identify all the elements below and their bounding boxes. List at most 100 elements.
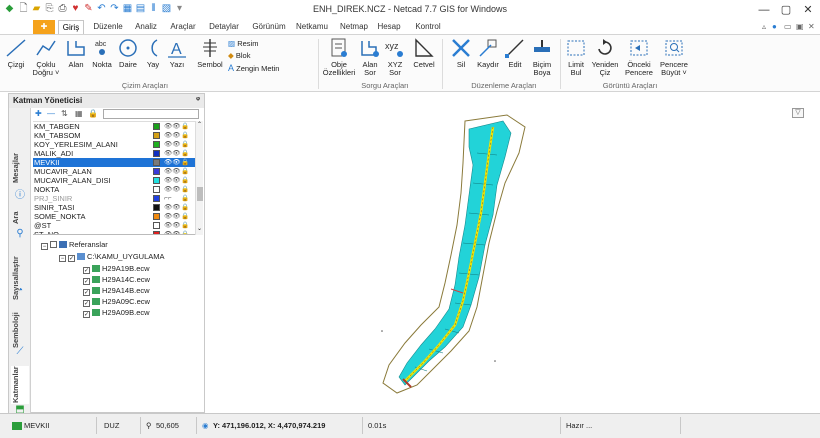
visibility-icon[interactable]: 👁👁 xyxy=(164,212,181,221)
visibility-icon[interactable]: 👁👁 xyxy=(164,149,181,158)
zoom-window-button[interactable]: Pencere Büyüt ˅ xyxy=(656,37,692,77)
lock-icon[interactable]: 🔒 xyxy=(181,158,189,167)
visibility-icon[interactable]: 👁👁 xyxy=(164,140,181,149)
tree-root[interactable]: − Referanslar xyxy=(41,239,108,250)
visibility-icon[interactable]: 👁👁 xyxy=(164,131,181,140)
lock-icon[interactable]: 🔒 xyxy=(181,131,189,140)
symbology-icon[interactable]: ⟋ xyxy=(14,346,26,358)
lock-layers-icon[interactable]: 🔒 xyxy=(88,109,98,118)
file-checkbox[interactable]: ✓ xyxy=(83,311,90,318)
layer-row[interactable]: PRJ_SINIR ⌐⌐ 🔒 xyxy=(33,194,203,203)
root-checkbox[interactable] xyxy=(50,241,57,248)
limit-find-button[interactable]: Limit Bul xyxy=(563,37,589,77)
add-layer-icon[interactable]: ✚ xyxy=(35,109,42,118)
tab-giris[interactable]: Giriş xyxy=(58,20,84,34)
point-button[interactable]: abc Nokta xyxy=(88,37,116,69)
child-close-icon[interactable]: ✕ xyxy=(808,22,815,31)
layer-color-swatch[interactable] xyxy=(153,195,160,202)
layer-color-swatch[interactable] xyxy=(153,186,160,193)
expand-toggle-icon[interactable]: − xyxy=(41,243,48,250)
tab-detaylar[interactable]: Detaylar xyxy=(204,20,244,34)
maximize-button[interactable]: ▢ xyxy=(778,2,794,18)
layer-color-swatch[interactable] xyxy=(153,159,160,166)
area-query-button[interactable]: Alan Sor xyxy=(357,37,383,77)
layer-color-swatch[interactable] xyxy=(153,132,160,139)
layer-search-input[interactable] xyxy=(103,109,199,119)
layer-row[interactable]: SOME_NOKTA 👁👁 🔒 xyxy=(33,212,203,221)
layer-color-swatch[interactable] xyxy=(153,123,160,130)
delete-button[interactable]: Sil xyxy=(448,37,474,69)
file-checkbox[interactable]: ✓ xyxy=(83,289,90,296)
layer-grid-icon[interactable]: ▦ xyxy=(75,109,83,118)
status-layer[interactable]: MEVKII xyxy=(24,421,49,430)
tree-file-item[interactable]: ✓ H29A09C.ecw xyxy=(83,296,150,307)
lock-icon[interactable]: 🔒 xyxy=(181,212,189,221)
expand-toggle-icon[interactable]: − xyxy=(59,255,66,262)
lock-icon[interactable]: 🔒 xyxy=(181,122,189,131)
visibility-icon[interactable]: 👁👁 xyxy=(164,176,181,185)
visibility-icon[interactable]: 👁👁 xyxy=(164,221,181,230)
layer-row[interactable]: @ST 👁👁 🔒 xyxy=(33,221,203,230)
tree-file-item[interactable]: ✓ H29A14C.ecw xyxy=(83,274,150,285)
file-checkbox[interactable]: ✓ xyxy=(83,267,90,274)
layer-row[interactable]: SINIR_TASI 👁👁 🔒 xyxy=(33,203,203,212)
lock-icon[interactable]: 🔒 xyxy=(181,230,189,234)
layer-color-swatch[interactable] xyxy=(153,231,160,234)
layer-row[interactable]: KM_TABGEN 👁👁 🔒 xyxy=(33,122,203,131)
rich-text-button[interactable]: A Zengin Metin xyxy=(228,63,279,73)
line-button[interactable]: Çizgi xyxy=(2,37,30,69)
digitize-icon[interactable]: ◔ xyxy=(14,285,26,297)
layer-row[interactable]: KOY_YERLESIM_ALANI 👁👁 🔒 xyxy=(33,140,203,149)
file-checkbox[interactable]: ✓ xyxy=(83,278,90,285)
visibility-icon[interactable]: 👁👁 xyxy=(164,122,181,131)
layer-row[interactable]: ST_NO 👁👁 🔒 xyxy=(33,230,203,234)
lock-icon[interactable]: 🔒 xyxy=(181,185,189,194)
visibility-icon[interactable]: 👁👁 xyxy=(164,185,181,194)
layer-row[interactable]: NOKTA 👁👁 🔒 xyxy=(33,185,203,194)
layer-color-swatch[interactable] xyxy=(153,150,160,157)
scroll-up-icon[interactable]: ⌃ xyxy=(197,121,202,128)
layer-row[interactable]: MEVKII 👁👁 🔒 xyxy=(33,158,203,167)
edit-button[interactable]: Edit xyxy=(502,37,528,69)
layer-row[interactable]: MUCAVIR_ALAN_DISI 👁👁 🔒 xyxy=(33,176,203,185)
side-tab-search[interactable]: Ara xyxy=(11,208,29,228)
app-menu-button[interactable]: ✚ xyxy=(33,20,55,34)
lock-icon[interactable]: 🔒 xyxy=(181,203,189,212)
lock-icon[interactable]: 🔒 xyxy=(181,149,189,158)
search-icon[interactable]: ⚲ xyxy=(14,228,26,240)
side-tab-messages[interactable]: Mesajlar xyxy=(11,148,29,188)
polyline-button[interactable]: Çoklu Doğru ˅ xyxy=(31,37,61,77)
scrollbar-thumb[interactable] xyxy=(197,187,203,201)
tab-duzenle[interactable]: Düzenle xyxy=(88,20,128,34)
tab-analiz[interactable]: Analiz xyxy=(131,20,161,34)
close-button[interactable]: ✕ xyxy=(800,2,816,18)
map-canvas[interactable] xyxy=(207,93,820,413)
layer-color-swatch[interactable] xyxy=(153,204,160,211)
side-tab-digitize[interactable]: Sayısallaştır xyxy=(11,248,29,308)
lock-icon[interactable]: 🔒 xyxy=(181,167,189,176)
status-mode[interactable]: DUZ xyxy=(104,421,119,430)
layer-row[interactable]: MUCAVIR_ALAN 👁👁 🔒 xyxy=(33,167,203,176)
lock-icon[interactable]: 🔒 xyxy=(181,221,189,230)
child-window-icon[interactable]: ▣ xyxy=(796,22,804,31)
visibility-icon[interactable]: 👁👁 xyxy=(164,230,181,234)
block-button[interactable]: ◆ Blok xyxy=(228,51,250,60)
circle-button[interactable]: Daire xyxy=(114,37,142,69)
symbol-button[interactable]: Sembol xyxy=(194,37,226,69)
folder-checkbox[interactable]: ✓ xyxy=(68,255,75,262)
lock-icon[interactable]: 🔒 xyxy=(181,176,189,185)
restore-child-icon[interactable]: ▭ xyxy=(784,22,792,31)
lock-icon[interactable]: 🔒 xyxy=(181,140,189,149)
layer-list[interactable]: KM_TABGEN 👁👁 🔒 KM_TABSOM 👁👁 🔒 KOY_YERLESIM_ALA… xyxy=(33,121,203,235)
map-filter-button[interactable]: ▽ xyxy=(792,108,804,118)
scroll-down-icon[interactable]: ⌄ xyxy=(197,225,202,232)
pin-icon[interactable]: ᵠ xyxy=(196,95,200,104)
tree-file-item[interactable]: ✓ H29A09B.ecw xyxy=(83,307,150,318)
status-zoom[interactable]: 50,605 xyxy=(156,421,179,430)
image-button[interactable]: ▨ Resim xyxy=(228,39,258,48)
layer-color-swatch[interactable] xyxy=(153,168,160,175)
format-paint-button[interactable]: Biçim Boya xyxy=(528,37,556,77)
ribbon-options-icon[interactable]: ▵ xyxy=(762,22,766,31)
redraw-button[interactable]: Yeniden Çiz xyxy=(589,37,621,77)
layer-color-swatch[interactable] xyxy=(153,213,160,220)
